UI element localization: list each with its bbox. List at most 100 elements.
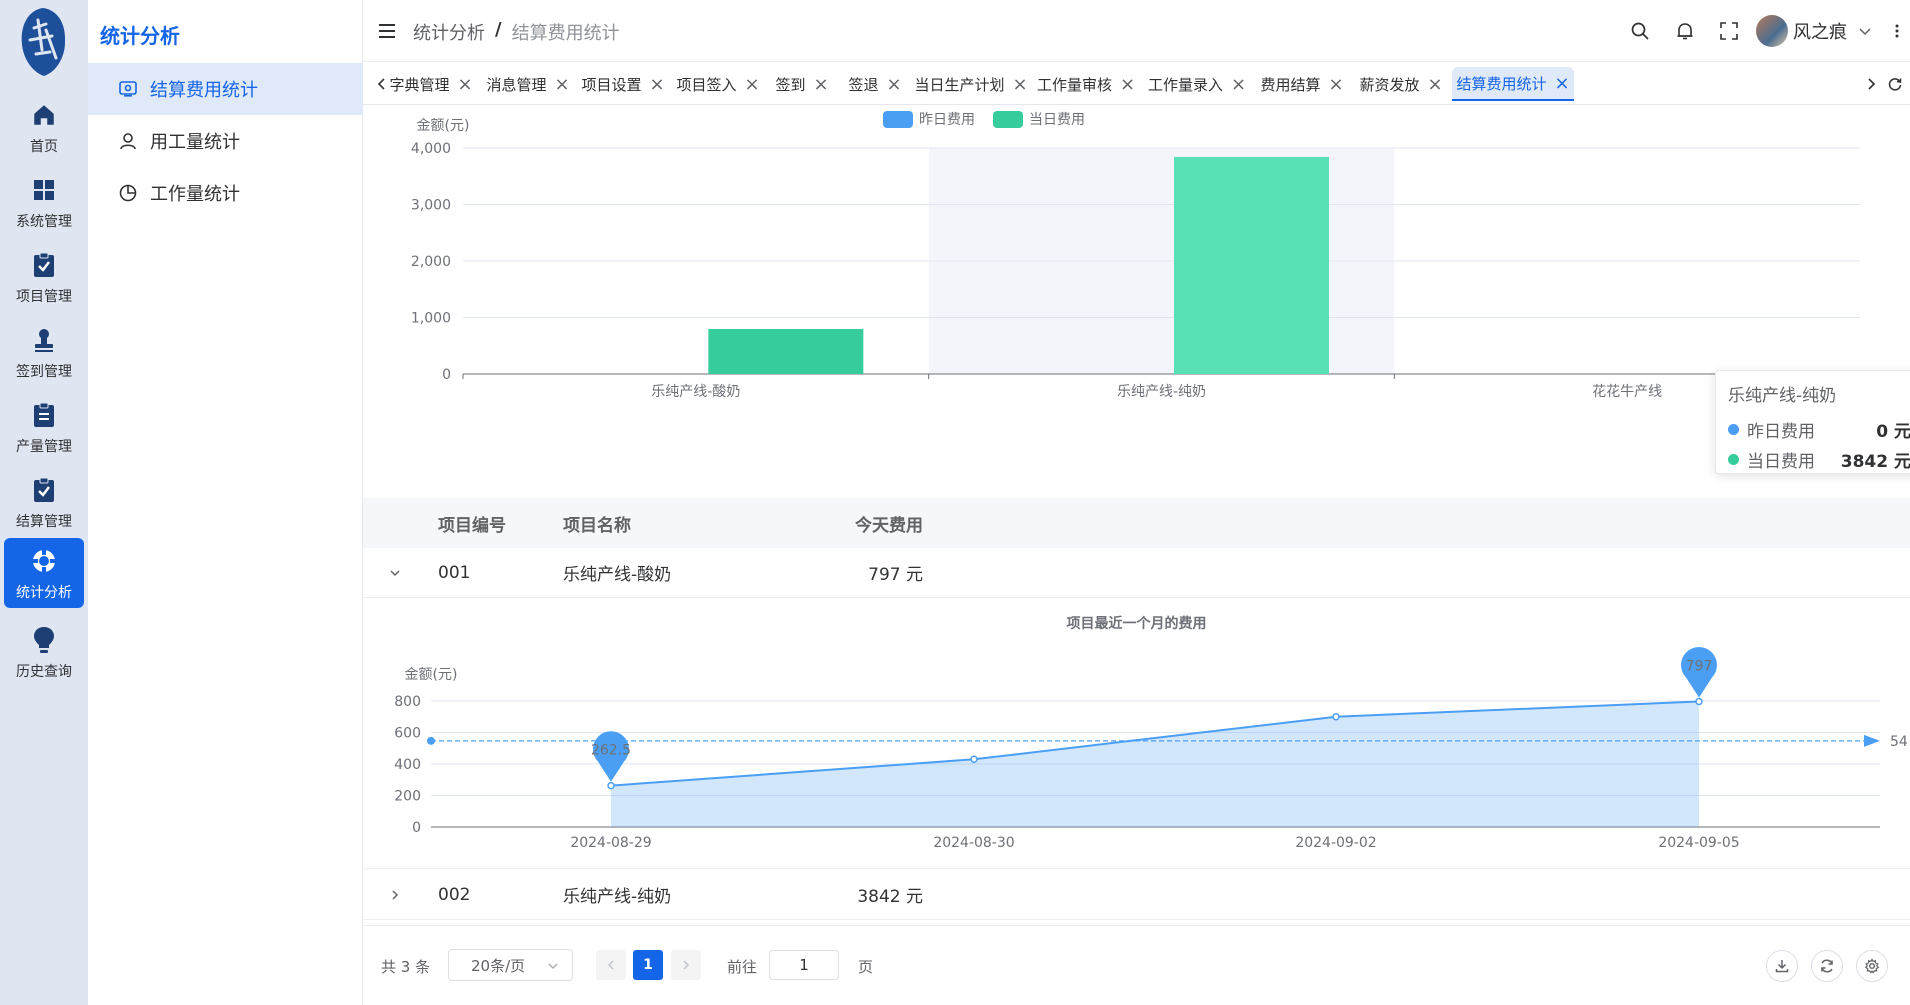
tab-item[interactable]: 当日生产计划 × [913, 67, 1029, 101]
page-size-value: 20条/页 [471, 956, 526, 975]
tooltip-series-name: 昨日费用 [1747, 421, 1815, 442]
series-dot-icon [1728, 453, 1739, 465]
close-icon[interactable]: × [554, 74, 569, 95]
tooltip-title: 乐纯产线-纯奶 [1728, 386, 1837, 406]
menu-toggle-icon[interactable] [377, 20, 399, 42]
table-row[interactable]: 001 乐纯产线-酸奶 797 元 [363, 548, 1910, 598]
username[interactable]: 风之痕 [1793, 18, 1847, 44]
close-icon[interactable]: × [744, 74, 759, 95]
legend-swatch [883, 111, 913, 128]
submenu-item-workload-stats[interactable]: 工作量统计 [88, 167, 363, 219]
next-page-button[interactable] [671, 950, 701, 980]
tab-item[interactable]: 项目设置 × [577, 67, 669, 101]
tooltip-series-value: 0 元 [1876, 421, 1910, 442]
tab-item[interactable]: 字典管理 × [383, 67, 479, 101]
y-tick-label: 400 [394, 757, 421, 773]
close-icon[interactable]: × [1328, 74, 1343, 95]
cell-code: 002 [438, 884, 471, 905]
refresh-icon[interactable] [1811, 950, 1843, 982]
data-point [970, 755, 978, 764]
chevron-down-icon[interactable] [1853, 19, 1877, 43]
bar [708, 328, 864, 374]
close-icon[interactable]: × [1012, 74, 1027, 95]
bell-icon[interactable] [1673, 19, 1697, 43]
goto-label: 前往 [727, 958, 758, 976]
rail-item-settlement[interactable]: 结算管理 [4, 467, 84, 537]
markline-label: 54 [1890, 734, 1908, 750]
refresh-tabs-icon[interactable] [1883, 72, 1907, 96]
settlement-bar-chart: 0 1,000 2,000 3,000 4,000 金额(元) 昨日费用 当日费用 乐纯产线-酸… [363, 106, 1910, 498]
pagination-total: 共 3 条 [381, 958, 431, 976]
cell-name: 乐纯产线-纯奶 [563, 887, 672, 907]
rail-item-home[interactable]: 首页 [4, 92, 84, 162]
x-tick-label: 2024-08-29 [570, 835, 651, 851]
x-tick-label: 乐纯产线-酸奶 [651, 384, 740, 400]
rail-item-output[interactable]: 产量管理 [4, 392, 84, 462]
tooltip-series-value: 3842 元 [1840, 451, 1910, 472]
submenu-item-settlement-stats[interactable]: 结算费用统计 [88, 63, 363, 115]
tab-item[interactable]: 签到 × [767, 67, 837, 101]
page-size-select[interactable]: 20条/页 [448, 949, 573, 981]
chevron-right-icon[interactable] [385, 888, 405, 902]
settings-gear-icon[interactable] [1856, 950, 1888, 982]
rail-label: 结算管理 [16, 514, 72, 530]
fullscreen-icon[interactable] [1717, 19, 1741, 43]
tab-item[interactable]: 工作量审核 × [1032, 67, 1140, 101]
submenu-title: 统计分析 [100, 24, 180, 48]
close-icon[interactable]: × [1554, 73, 1569, 94]
rail-label: 项目管理 [16, 289, 72, 305]
avatar[interactable] [1756, 15, 1788, 47]
tabs-scroll-right-icon[interactable] [1859, 72, 1883, 96]
tab-item[interactable]: 项目签入 × [672, 67, 764, 101]
tab-item[interactable]: 费用结算 × [1254, 67, 1350, 101]
line-chart-svg: 项目最近一个月的费用金额(元) 0 200 400 600 800 2024-08-29 20… [394, 615, 1908, 851]
submenu-item-label: 用工量统计 [150, 132, 240, 153]
prev-page-button[interactable] [596, 950, 626, 980]
submenu-item-labor-stats[interactable]: 用工量统计 [88, 115, 363, 167]
close-icon[interactable]: × [813, 74, 828, 95]
tab-item[interactable]: 结算费用统计 × [1452, 67, 1574, 101]
close-icon[interactable]: × [1427, 74, 1442, 95]
page-suffix: 页 [858, 958, 874, 976]
close-icon[interactable]: × [1231, 74, 1246, 95]
table-row[interactable]: 002 乐纯产线-纯奶 3842 元 [363, 870, 1910, 920]
download-icon[interactable] [1766, 950, 1798, 982]
table-row-container: 002 乐纯产线-纯奶 3842 元 [363, 870, 1910, 920]
rail-item-project[interactable]: 项目管理 [4, 242, 84, 312]
cell-fee: 797 元 [868, 565, 923, 585]
expanded-row-detail: 项目最近一个月的费用 金额(元) 0 200 400 600 800 2024-08-29 20… [363, 599, 1910, 869]
tab-item[interactable]: 薪资发放 × [1353, 67, 1449, 101]
y-tick-label: 3,000 [411, 198, 451, 214]
series-dot-icon [1728, 423, 1739, 435]
rail-item-signin[interactable]: 签到管理 [4, 317, 84, 387]
close-icon[interactable]: × [649, 74, 664, 95]
page-number-button[interactable]: 1 [633, 950, 663, 980]
close-icon[interactable]: × [886, 74, 901, 95]
main-nav-rail: 首页 系统管理 项目管理 签到管理 产量管理 结算管理 统计分析 历史查询 [0, 0, 88, 1005]
markline-arrow [1864, 734, 1880, 747]
close-icon[interactable]: × [1120, 74, 1135, 95]
tab-item[interactable]: 签退 × [840, 67, 910, 101]
breadcrumb-item[interactable]: 统计分析 [413, 19, 485, 45]
grid-icon [29, 175, 59, 205]
markpoint-label: 797 [1686, 658, 1713, 674]
tab-label: 工作量录入 [1147, 75, 1223, 94]
rail-item-system[interactable]: 系统管理 [4, 167, 84, 237]
rail-item-statistics[interactable]: 统计分析 [4, 538, 84, 608]
rail-item-history[interactable]: 历史查询 [4, 617, 84, 687]
tab-item[interactable]: 工作量录入 × [1143, 67, 1251, 101]
chevron-down-icon[interactable] [385, 566, 405, 580]
close-icon[interactable]: × [457, 74, 472, 95]
clipboard-check-icon [29, 475, 59, 505]
tooltip-row: 昨日费用 0 元 [1728, 414, 1910, 444]
pie-chart-icon [118, 183, 138, 203]
more-vertical-icon[interactable] [1885, 19, 1909, 43]
chevron-left-icon [607, 960, 614, 970]
tab-label: 费用结算 [1260, 75, 1321, 94]
y-tick-label: 600 [394, 726, 421, 742]
tab-item[interactable]: 消息管理 × [482, 67, 574, 101]
search-icon[interactable] [1628, 19, 1652, 43]
legend-swatch [993, 111, 1023, 128]
goto-page-input[interactable] [769, 950, 839, 980]
header-code: 项目编号 [438, 515, 506, 536]
